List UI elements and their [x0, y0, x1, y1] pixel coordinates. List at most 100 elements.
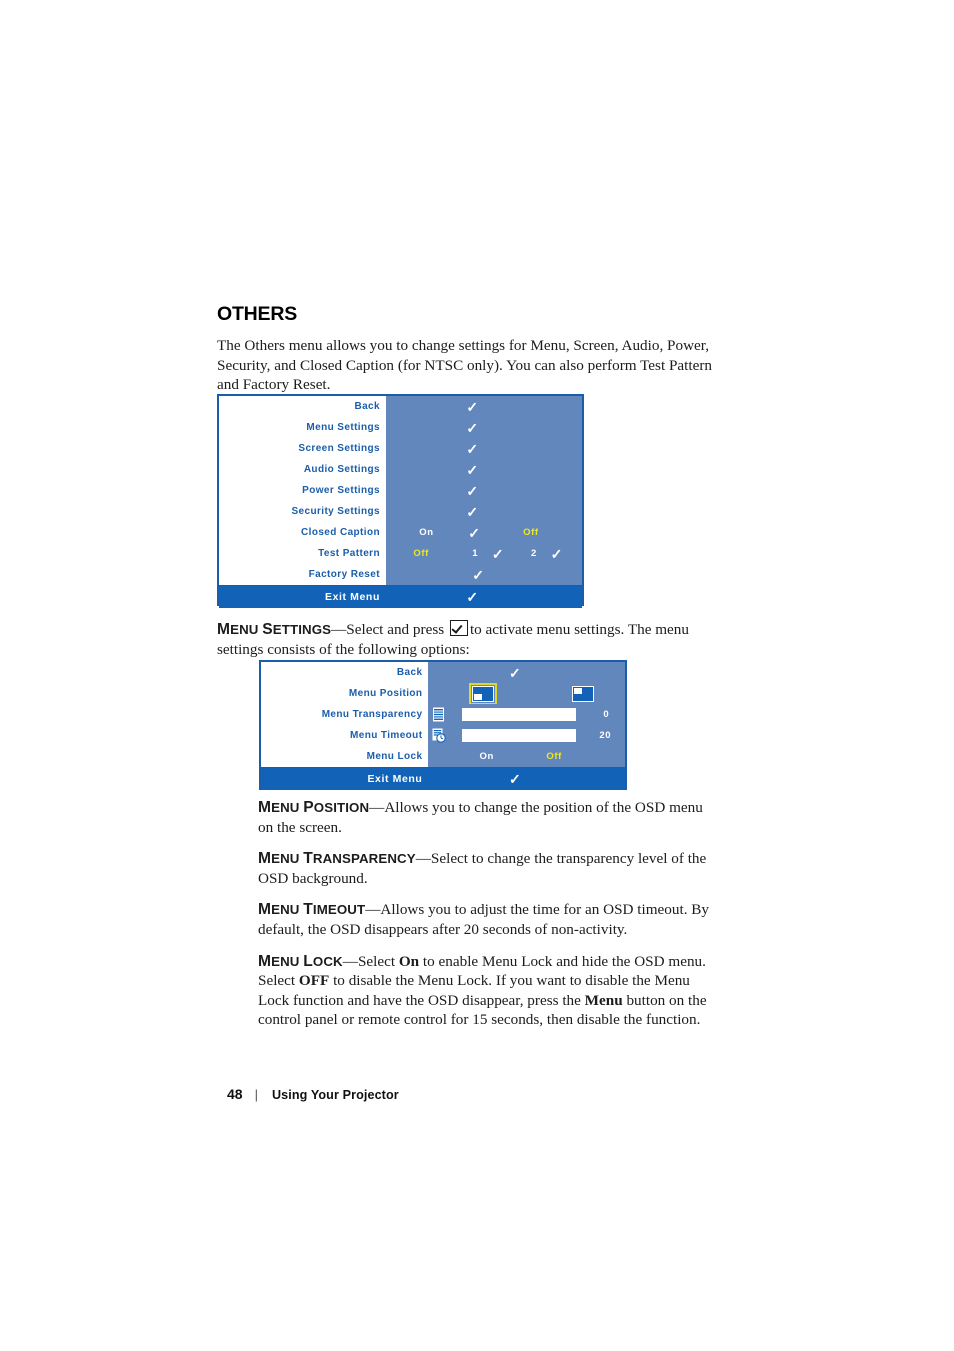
osd-menu-settings-rows: Back ✓ Menu Position Menu Transparency 0… — [261, 662, 625, 790]
osd-value-test-pattern: Off 1 ✓ 2 ✓ — [385, 543, 582, 564]
position-top-left-icon[interactable] — [571, 685, 594, 702]
osd-row-menu-settings[interactable]: Menu Settings ✓ — [219, 417, 582, 438]
check-icon: ✓ — [509, 771, 521, 787]
osd-value-menu-lock: On Off — [428, 746, 625, 767]
timeout-slider[interactable] — [461, 729, 576, 742]
osd-row-closed-caption[interactable]: Closed Caption On ✓ Off — [219, 522, 582, 543]
document-page: OTHERS The Others menu allows you to cha… — [0, 0, 954, 1351]
transparency-value: 0 — [603, 709, 610, 720]
osd-exit-value: ✓ — [428, 768, 625, 790]
option-off[interactable]: Off — [546, 751, 562, 762]
page-number: 48 — [227, 1086, 243, 1102]
osd-value-closed-caption: On ✓ Off — [385, 522, 582, 543]
osd-label-security-settings: Security Settings — [219, 501, 386, 522]
term-menu-lock: MENU LOCK — [258, 952, 343, 970]
menu-lock-part1: —Select — [342, 952, 399, 970]
osd-label-menu-lock: Menu Lock — [261, 746, 429, 767]
menu-lock-bold-off: OFF — [298, 972, 330, 990]
check-icon: ✓ — [509, 664, 521, 681]
osd-others-rows: Back ✓ Menu Settings ✓ Screen Settings ✓… — [219, 396, 582, 608]
position-thumb — [573, 687, 582, 694]
osd-row-back[interactable]: Back ✓ — [219, 396, 582, 417]
definition-menu-lock: MENU LOCK—Select On to enable Menu Lock … — [258, 952, 720, 1030]
term-menu-position: MENU POSITION — [258, 799, 370, 816]
definition-menu-transparency: MENU TRANSPARENCY—Select to change the t… — [258, 849, 720, 888]
osd-exit-menu-bar[interactable]: Exit Menu ✓ — [261, 767, 625, 790]
check-icon: ✓ — [466, 503, 479, 520]
osd-exit-menu-bar[interactable]: Exit Menu ✓ — [219, 585, 582, 608]
menu-lock-bold-menu: Menu — [584, 991, 623, 1009]
osd-label-factory-reset: Factory Reset — [219, 564, 386, 585]
check-icon: ✓ — [472, 566, 484, 583]
osd-menu-settings-menu: Back ✓ Menu Position Menu Transparency 0… — [259, 660, 627, 790]
menu-settings-intro-paragraph: MENU SETTINGS—Select and press to activa… — [217, 620, 722, 659]
term-menu-timeout: MENU TIMEOUT — [258, 901, 366, 919]
option-off[interactable]: Off — [413, 548, 429, 559]
osd-label-menu-transparency: Menu Transparency — [261, 704, 429, 725]
osd-row-menu-transparency[interactable]: Menu Transparency 0 — [261, 704, 625, 725]
term-menu-settings: MENU SETTINGS — [217, 621, 332, 638]
osd-label-back: Back — [261, 662, 429, 683]
osd-value-factory-reset: ✓ — [385, 564, 582, 585]
osd-value-menu-settings: ✓ — [385, 417, 582, 438]
osd-row-audio-settings[interactable]: Audio Settings ✓ — [219, 459, 582, 480]
option-off[interactable]: Off — [523, 527, 539, 538]
term-menu-transparency: MENU TRANSPARENCY — [258, 850, 416, 868]
osd-row-menu-position[interactable]: Menu Position — [261, 682, 625, 705]
menu-lock-bold-on: On — [398, 952, 420, 970]
osd-value-power-settings: ✓ — [385, 480, 582, 501]
check-icon: ✓ — [466, 482, 479, 499]
footer-chapter-title: Using Your Projector — [271, 1088, 399, 1102]
option-1[interactable]: 1 — [472, 548, 478, 559]
osd-label-test-pattern: Test Pattern — [219, 543, 386, 564]
page-content: OTHERS The Others menu allows you to cha… — [217, 303, 717, 407]
definitions-block: MENU POSITION—Allows you to change the p… — [258, 798, 720, 1042]
check-icon: ✓ — [466, 440, 479, 457]
osd-exit-value: ✓ — [386, 586, 582, 608]
definition-menu-timeout: MENU TIMEOUT—Allows you to adjust the ti… — [258, 900, 720, 939]
osd-row-back[interactable]: Back ✓ — [261, 662, 625, 683]
osd-row-menu-timeout[interactable]: Menu Timeout 20 — [261, 725, 625, 746]
osd-row-menu-lock[interactable]: Menu Lock On Off — [261, 746, 625, 767]
osd-exit-label: Exit Menu — [367, 773, 423, 785]
osd-label-power-settings: Power Settings — [219, 480, 386, 501]
footer-separator: | — [254, 1087, 258, 1102]
check-icon: ✓ — [491, 545, 504, 562]
osd-row-test-pattern[interactable]: Test Pattern Off 1 ✓ 2 ✓ — [219, 543, 582, 564]
osd-value-menu-timeout: 20 — [428, 725, 625, 746]
check-icon: ✓ — [466, 461, 479, 478]
osd-row-factory-reset[interactable]: Factory Reset ✓ — [219, 564, 582, 585]
menu-settings-intro-block: MENU SETTINGS—Select and press to activa… — [217, 620, 722, 659]
section-intro-paragraph: The Others menu allows you to change set… — [217, 337, 712, 394]
osd-row-power-settings[interactable]: Power Settings ✓ — [219, 480, 582, 501]
check-icon: ✓ — [550, 545, 563, 562]
osd-row-security-settings[interactable]: Security Settings ✓ — [219, 501, 582, 522]
osd-value-back: ✓ — [385, 396, 582, 417]
osd-label-closed-caption: Closed Caption — [219, 522, 386, 543]
enter-key-icon — [449, 620, 468, 636]
transparency-slider[interactable] — [461, 708, 576, 721]
osd-value-back: ✓ — [428, 662, 625, 683]
osd-value-security-settings: ✓ — [385, 501, 582, 522]
page-footer: 48 | Using Your Projector — [227, 1086, 399, 1102]
check-icon: ✓ — [466, 398, 479, 415]
position-thumb — [473, 693, 482, 700]
check-icon: ✓ — [466, 419, 479, 436]
osd-value-menu-position — [428, 682, 625, 705]
option-on[interactable]: On — [480, 751, 494, 762]
transparency-icon — [432, 707, 446, 722]
osd-row-screen-settings[interactable]: Screen Settings ✓ — [219, 438, 582, 459]
osd-value-menu-transparency: 0 — [428, 704, 625, 725]
option-2[interactable]: 2 — [531, 548, 537, 559]
osd-others-menu: Back ✓ Menu Settings ✓ Screen Settings ✓… — [217, 394, 584, 608]
option-on[interactable]: On — [419, 527, 433, 538]
check-icon: ✓ — [466, 589, 479, 605]
position-bottom-left-icon[interactable] — [468, 682, 497, 705]
osd-label-menu-timeout: Menu Timeout — [261, 725, 429, 746]
definition-menu-position: MENU POSITION—Allows you to change the p… — [258, 798, 720, 837]
osd-label-audio-settings: Audio Settings — [219, 459, 386, 480]
intro-text-before: —Select and press — [331, 621, 445, 638]
timeout-value: 20 — [599, 730, 611, 741]
osd-value-screen-settings: ✓ — [385, 438, 582, 459]
timeout-clock-icon — [432, 728, 447, 743]
